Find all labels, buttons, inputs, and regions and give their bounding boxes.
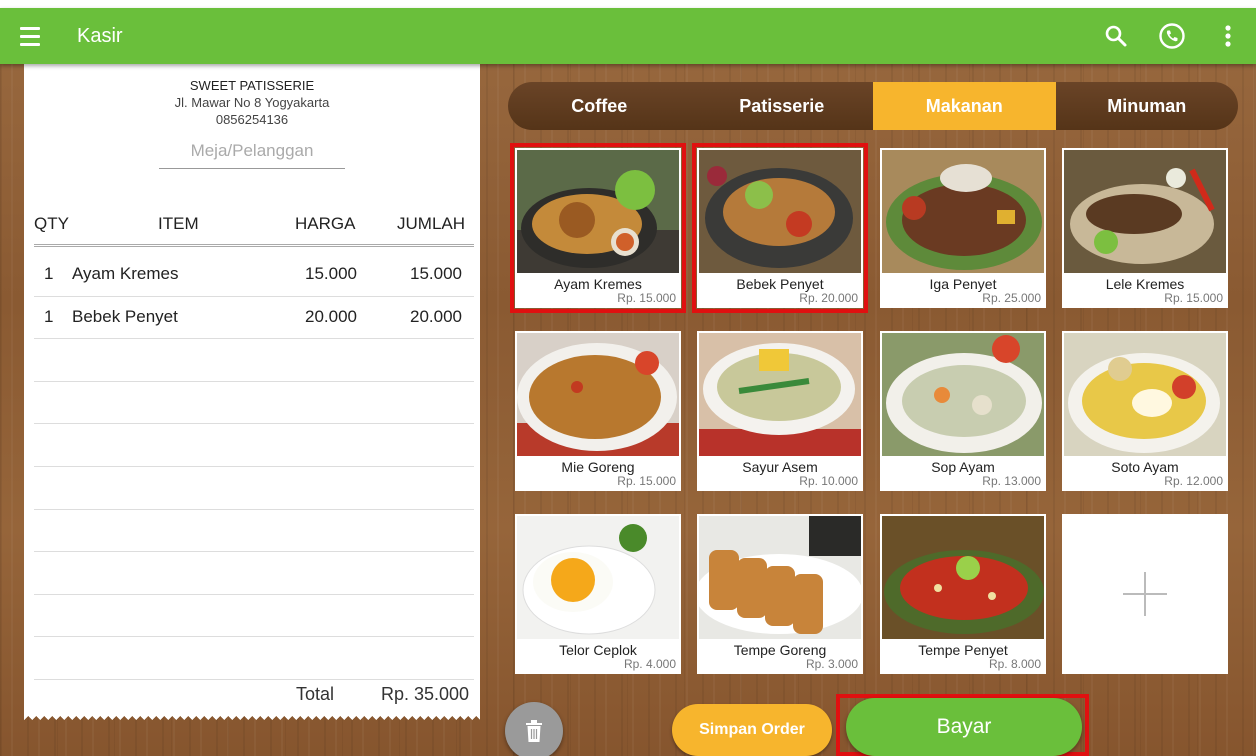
product-price: Rp. 15.000 — [1164, 291, 1223, 305]
row-price: 20.000 — [305, 306, 357, 326]
product-price: Rp. 10.000 — [799, 474, 858, 488]
delete-order-button[interactable] — [505, 702, 563, 756]
product-name: Soto Ayam — [1111, 459, 1179, 475]
empty-row — [34, 552, 474, 595]
category-tabs: Coffee Patisserie Makanan Minuman — [508, 82, 1238, 130]
product-name: Mie Goreng — [561, 459, 635, 475]
food-image — [699, 150, 861, 273]
food-image — [1064, 333, 1226, 456]
header-divider — [34, 244, 474, 247]
store-name: SWEET PATISSERIE — [189, 78, 315, 93]
product-price: Rp. 12.000 — [1164, 474, 1223, 488]
col-price: HARGA — [295, 214, 356, 233]
search-icon[interactable] — [1088, 8, 1144, 64]
product-card-telor-ceplok[interactable]: Telor Ceplok Rp. 4.000 — [515, 514, 681, 674]
tab-patisserie[interactable]: Patisserie — [691, 82, 874, 130]
phone-icon[interactable] — [1144, 8, 1200, 64]
col-amount: JUMLAH — [397, 214, 466, 233]
empty-row — [34, 510, 474, 553]
product-price: Rp. 4.000 — [623, 657, 676, 671]
product-card-mie-goreng[interactable]: Mie Goreng Rp. 15.000 — [515, 331, 681, 491]
product-name: Sop Ayam — [931, 459, 995, 475]
tab-coffee[interactable]: Coffee — [508, 82, 691, 130]
total-value: Rp. 35.000 — [381, 684, 470, 704]
store-address: Jl. Mawar No 8 Yogyakarta — [174, 95, 330, 110]
row-qty: 1 — [44, 306, 54, 326]
empty-row — [34, 595, 474, 638]
food-image — [517, 516, 679, 639]
product-card-ayam-kremes[interactable]: Ayam Kremes Rp. 15.000 — [510, 143, 686, 313]
table-row[interactable]: 1 Ayam Kremes 15.000 15.000 — [34, 254, 474, 297]
food-image — [882, 150, 1044, 273]
row-amount: 20.000 — [410, 306, 462, 326]
store-phone: 0856254136 — [215, 112, 289, 127]
product-name: Telor Ceplok — [559, 642, 637, 658]
product-price: Rp. 20.000 — [799, 291, 858, 305]
more-vert-icon[interactable] — [1200, 8, 1256, 64]
empty-row — [34, 467, 474, 510]
row-qty: 1 — [44, 264, 54, 283]
product-card-bebek-penyet[interactable]: Bebek Penyet Rp. 20.000 — [692, 143, 868, 313]
product-name: Iga Penyet — [929, 276, 997, 292]
product-card-lele-kremes[interactable]: Lele Kremes Rp. 15.000 — [1062, 148, 1228, 308]
product-card-sayur-asem[interactable]: Sayur Asem Rp. 10.000 — [697, 331, 863, 491]
product-name: Lele Kremes — [1105, 276, 1185, 292]
product-grid: Ayam Kremes Rp. 15.000 Bebek Penyet Rp. … — [510, 143, 1231, 676]
product-name: Sayur Asem — [742, 459, 818, 475]
plus-icon — [1123, 572, 1167, 616]
product-name: Tempe Goreng — [733, 642, 827, 658]
add-product-button[interactable] — [1062, 514, 1228, 674]
food-image — [882, 333, 1044, 456]
empty-row — [34, 339, 474, 382]
product-price: Rp. 15.000 — [617, 474, 676, 488]
product-name: Ayam Kremes — [554, 276, 642, 292]
product-price: Rp. 13.000 — [982, 474, 1041, 488]
product-price: Rp. 3.000 — [805, 657, 858, 671]
trash-icon — [526, 720, 542, 742]
receipt-rows: 1 Ayam Kremes 15.000 15.000 1 Bebek Peny… — [34, 254, 474, 680]
product-card-tempe-goreng[interactable]: Tempe Goreng Rp. 3.000 — [697, 514, 863, 674]
product-name: Tempe Penyet — [918, 642, 1008, 658]
tab-minuman[interactable]: Minuman — [1056, 82, 1239, 130]
row-price: 15.000 — [305, 264, 357, 283]
food-image — [699, 333, 861, 456]
product-price: Rp. 15.000 — [617, 291, 676, 305]
row-item: Bebek Penyet — [72, 306, 178, 326]
total-label: Total — [296, 684, 335, 704]
col-qty: QTY — [34, 214, 69, 233]
product-price: Rp. 25.000 — [982, 291, 1041, 305]
menu-icon[interactable] — [20, 8, 62, 64]
food-image — [1064, 150, 1226, 273]
product-name: Bebek Penyet — [736, 276, 824, 292]
food-image — [882, 516, 1044, 639]
product-card-sop-ayam[interactable]: Sop Ayam Rp. 13.000 — [880, 331, 1046, 491]
table-row[interactable]: 1 Bebek Penyet 20.000 20.000 — [34, 297, 474, 340]
food-image — [517, 150, 679, 273]
product-price: Rp. 8.000 — [988, 657, 1041, 671]
empty-row — [34, 382, 474, 425]
app-title: Kasir — [77, 24, 123, 47]
row-amount: 15.000 — [410, 264, 462, 283]
pay-button[interactable]: Bayar — [846, 698, 1082, 756]
receipt-torn-edge — [24, 712, 480, 720]
product-card-iga-penyet[interactable]: Iga Penyet Rp. 25.000 — [880, 148, 1046, 308]
receipt-panel: SWEET PATISSERIE Jl. Mawar No 8 Yogyakar… — [24, 64, 480, 714]
table-customer-input[interactable]: Meja/Pelanggan — [159, 141, 345, 169]
tab-makanan[interactable]: Makanan — [873, 82, 1056, 130]
empty-row — [34, 424, 474, 467]
row-item: Ayam Kremes — [72, 264, 179, 283]
product-card-tempe-penyet[interactable]: Tempe Penyet Rp. 8.000 — [880, 514, 1046, 674]
food-image — [517, 333, 679, 456]
empty-row — [34, 637, 474, 680]
food-image — [699, 516, 861, 639]
app-bar: Kasir — [0, 8, 1256, 64]
save-order-button[interactable]: Simpan Order — [672, 704, 832, 756]
status-strip — [0, 0, 1256, 8]
col-item: ITEM — [158, 214, 199, 233]
store-info: SWEET PATISSERIE Jl. Mawar No 8 Yogyakar… — [24, 77, 480, 128]
product-card-soto-ayam[interactable]: Soto Ayam Rp. 12.000 — [1062, 331, 1228, 491]
